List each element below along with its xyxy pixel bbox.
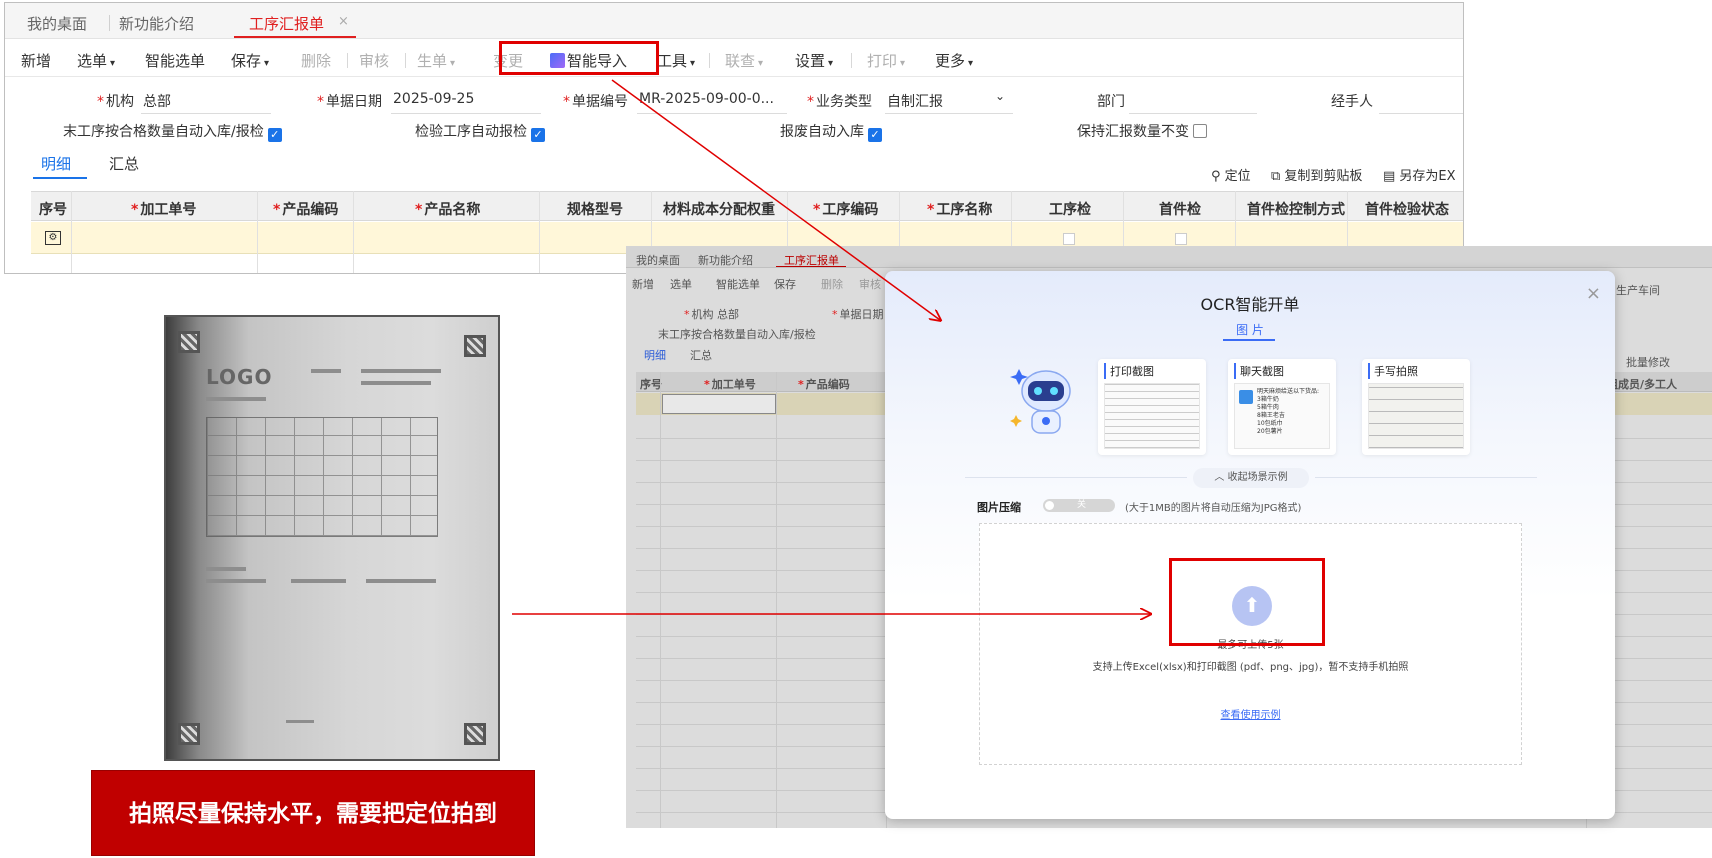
arrow-to-modal xyxy=(611,79,940,320)
annotation-arrows xyxy=(512,79,1712,858)
